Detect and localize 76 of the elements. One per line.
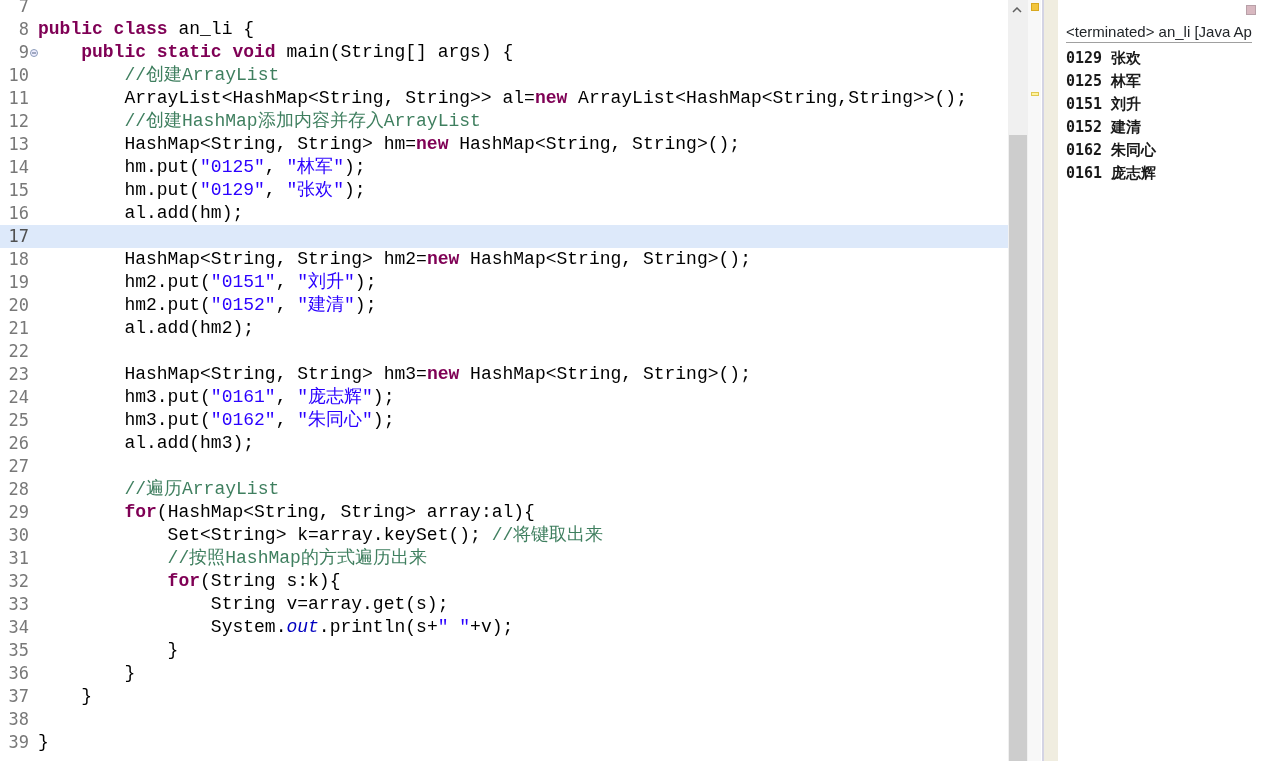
line-number: 23 — [7, 363, 30, 386]
line-number: 14 — [7, 156, 30, 179]
line-number: 21 — [7, 317, 30, 340]
code-line: } — [80, 685, 92, 708]
line-number: 26 — [7, 432, 30, 455]
code-line: //创建HashMap添加内容并存入ArrayList — [123, 110, 481, 133]
line-number: 12 — [7, 110, 30, 133]
code-line: for(String s:k){ — [166, 570, 341, 593]
line-number: 8 — [17, 18, 30, 41]
line-number: 33 — [7, 593, 30, 616]
line-number: 19 — [7, 271, 30, 294]
code-line: //创建ArrayList — [123, 64, 280, 87]
code-line: Set<String> k=array.keySet(); //将键取出来 — [166, 524, 604, 547]
line-number: 18 — [7, 248, 30, 271]
code-line: hm3.put("0162", "朱同心"); — [123, 409, 395, 432]
code-line: HashMap<String, String> hm=new HashMap<String, String>(); — [123, 133, 741, 156]
line-number: 20 — [7, 294, 30, 317]
line-number: 36 — [7, 662, 30, 685]
line-number: 39 — [7, 731, 30, 754]
code-line: System.out.println(s+" "+v); — [209, 616, 514, 639]
scroll-thumb[interactable] — [1009, 135, 1027, 761]
line-number: 32 — [7, 570, 30, 593]
code-line: hm.put("0129", "张欢"); — [123, 179, 366, 202]
line-number: 25 — [7, 409, 30, 432]
line-number: 27 — [7, 455, 30, 478]
line-number: 22 — [7, 340, 30, 363]
line-number: 10 — [7, 64, 30, 87]
square-icon[interactable] — [1246, 5, 1256, 15]
console-output-line: 0152 建清 — [1066, 117, 1142, 138]
code-line: al.add(hm3); — [123, 432, 255, 455]
scroll-up-icon[interactable] — [1012, 7, 1022, 13]
console-output-line: 0162 朱同心 — [1066, 140, 1157, 161]
pane-separator[interactable] — [1042, 0, 1058, 761]
code-line: hm.put("0125", "林军"); — [123, 156, 366, 179]
line-number: 38 — [7, 708, 30, 731]
overview-marker[interactable] — [1031, 92, 1039, 96]
line-number: 11 — [7, 87, 30, 110]
code-line: } — [166, 639, 179, 662]
console-output-line: 0161 庞志辉 — [1066, 163, 1157, 184]
line-number: 35 — [7, 639, 30, 662]
code-line: al.add(hm); — [123, 202, 244, 225]
line-number: 37 — [7, 685, 30, 708]
code-line: hm3.put("0161", "庞志辉"); — [123, 386, 395, 409]
code-line: } — [38, 731, 49, 754]
code-line: //按照HashMap的方式遍历出来 — [166, 547, 427, 570]
code-line: al.add(hm2); — [123, 317, 255, 340]
code-line: HashMap<String, String> hm3=new HashMap<String, String>(); — [123, 363, 751, 386]
line-number: 17 — [7, 225, 30, 248]
line-number: 15 — [7, 179, 30, 202]
line-number: 24 — [7, 386, 30, 409]
scrollbar[interactable] — [1008, 0, 1028, 761]
code-line: public class an_li { — [38, 18, 255, 41]
code-line: public static void main(String[] args) { — [80, 41, 514, 64]
code-line: ArrayList<HashMap<String, String>> al=new ArrayList<HashMap<String,String>>(); — [123, 87, 967, 110]
collapse-icon[interactable] — [30, 48, 38, 57]
line-number: 16 — [7, 202, 30, 225]
line-number: 7 — [17, 0, 30, 18]
code-line: } — [123, 662, 136, 685]
line-number: 34 — [7, 616, 30, 639]
console-output-line: 0129 张欢 — [1066, 48, 1142, 69]
code-line: hm2.put("0151", "刘升"); — [123, 271, 377, 294]
code-line: for(HashMap<String, String> array:al){ — [123, 501, 535, 524]
line-number: 28 — [7, 478, 30, 501]
line-number: 13 — [7, 133, 30, 156]
console-output-line: 0151 刘升 — [1066, 94, 1142, 115]
code-line: hm2.put("0152", "建清"); — [123, 294, 377, 317]
line-number: 9 — [17, 41, 30, 64]
console-output-line: 0125 林军 — [1066, 71, 1142, 92]
code-line: String v=array.get(s); — [209, 593, 449, 616]
code-line: HashMap<String, String> hm2=new HashMap<String, String>(); — [123, 248, 751, 271]
line-number: 30 — [7, 524, 30, 547]
line-number: 29 — [7, 501, 30, 524]
overview-marker[interactable] — [1031, 3, 1039, 11]
code-line: //遍历ArrayList — [123, 478, 280, 501]
line-number: 31 — [7, 547, 30, 570]
console-header: <terminated> an_li [Java Ap — [1066, 22, 1252, 43]
